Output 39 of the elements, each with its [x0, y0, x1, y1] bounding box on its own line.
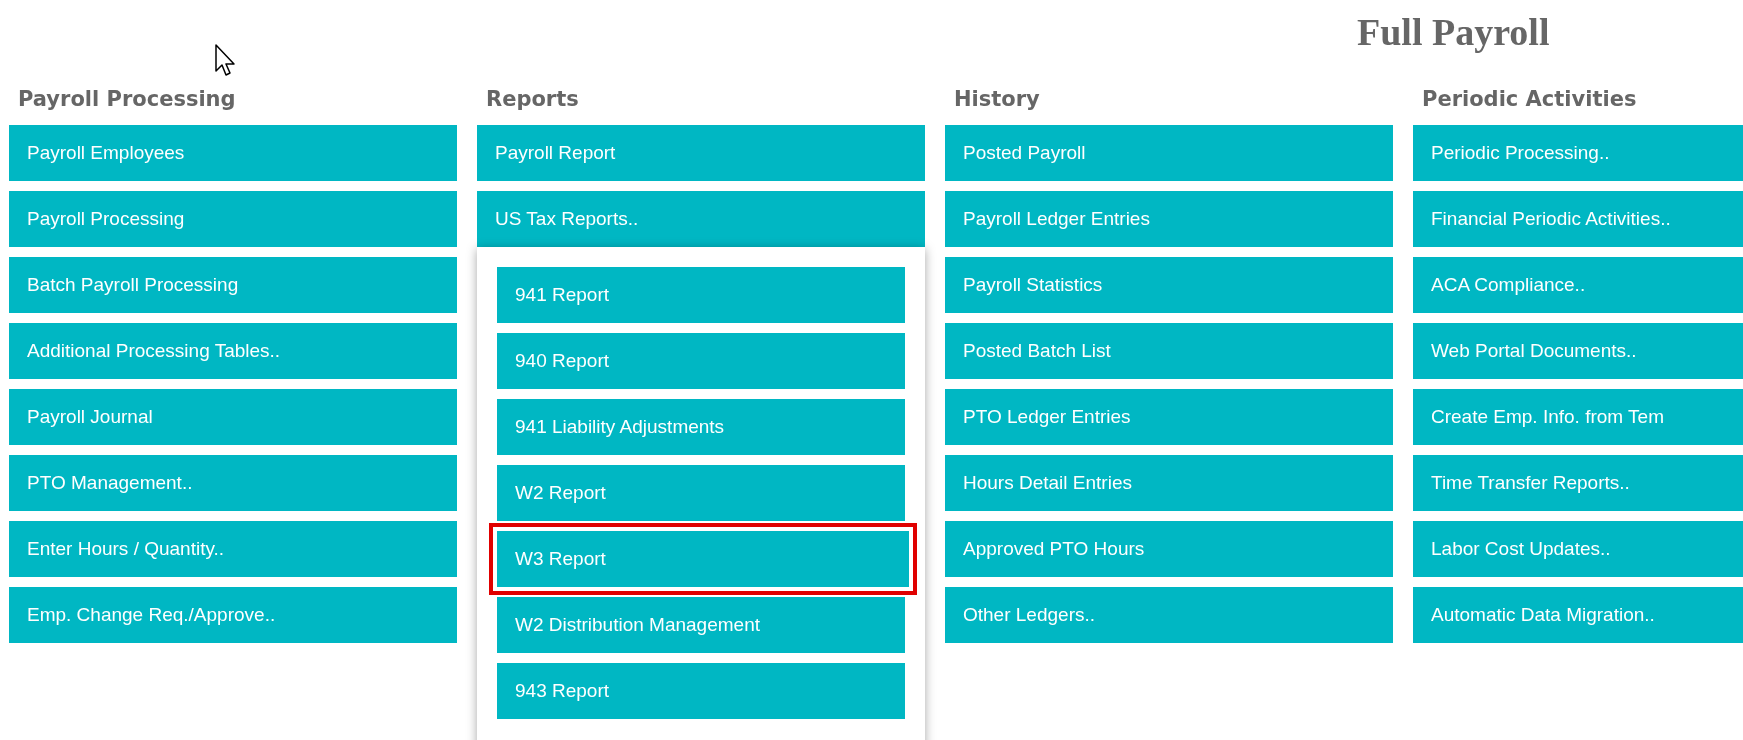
menu-tile[interactable]: ACA Compliance..	[1413, 257, 1743, 313]
menu-tile[interactable]: Financial Periodic Activities..	[1413, 191, 1743, 247]
menu-tile[interactable]: PTO Management..	[9, 455, 457, 511]
menu-tile[interactable]: W2 Report	[497, 465, 905, 521]
cursor-icon	[215, 44, 237, 78]
menu-tile[interactable]: Payroll Statistics	[945, 257, 1393, 313]
menu-tile[interactable]: Other Ledgers..	[945, 587, 1393, 643]
menu-tile[interactable]: Payroll Ledger Entries	[945, 191, 1393, 247]
group-heading: History	[954, 86, 1041, 112]
menu-tile[interactable]: Periodic Processing..	[1413, 125, 1743, 181]
menu-tile[interactable]: Enter Hours / Quantity..	[9, 521, 457, 577]
menu-tile[interactable]: Approved PTO Hours	[945, 521, 1393, 577]
menu-tile[interactable]: 941 Liability Adjustments	[497, 399, 905, 455]
menu-tile[interactable]: Labor Cost Updates..	[1413, 521, 1743, 577]
menu-tile[interactable]: Emp. Change Req./Approve..	[9, 587, 457, 643]
menu-tile[interactable]: Create Emp. Info. from Tem	[1413, 389, 1743, 445]
menu-tile[interactable]: Automatic Data Migration..	[1413, 587, 1743, 643]
group-heading: Periodic Activities	[1422, 86, 1638, 112]
menu-tile[interactable]: Payroll Processing	[9, 191, 457, 247]
menu-tile[interactable]: 940 Report	[497, 333, 905, 389]
menu-tile[interactable]: Payroll Report	[477, 125, 925, 181]
menu-tile[interactable]: 943 Report	[497, 663, 905, 719]
menu-tile[interactable]: US Tax Reports..	[477, 191, 925, 247]
menu-tile[interactable]: Payroll Employees	[9, 125, 457, 181]
menu-tile[interactable]: W3 Report	[497, 531, 909, 587]
group-heading: Reports	[486, 86, 580, 112]
menu-tile[interactable]: W2 Distribution Management	[497, 597, 905, 653]
menu-tile[interactable]: Payroll Journal	[9, 389, 457, 445]
menu-tile[interactable]: Posted Payroll	[945, 125, 1393, 181]
menu-tile[interactable]: Posted Batch List	[945, 323, 1393, 379]
menu-tile[interactable]: 941 Report	[497, 267, 905, 323]
menu-tile[interactable]: Additional Processing Tables..	[9, 323, 457, 379]
menu-tile[interactable]: Batch Payroll Processing	[9, 257, 457, 313]
page-title: Full Payroll	[1357, 10, 1550, 54]
group-heading: Payroll Processing	[18, 86, 237, 112]
menu-tile[interactable]: Web Portal Documents..	[1413, 323, 1743, 379]
menu-tile[interactable]: PTO Ledger Entries	[945, 389, 1393, 445]
menu-tile[interactable]: Time Transfer Reports..	[1413, 455, 1743, 511]
menu-tile[interactable]: Hours Detail Entries	[945, 455, 1393, 511]
